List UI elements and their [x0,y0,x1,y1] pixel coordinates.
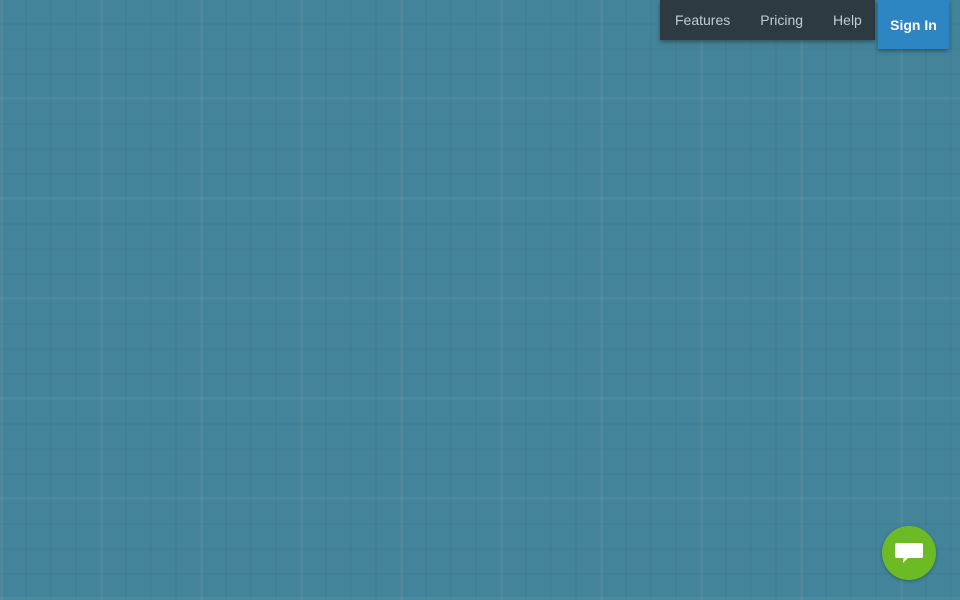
top-navigation: Features Pricing Help [660,0,875,40]
chat-widget-button[interactable] [882,526,936,580]
nav-link-help[interactable]: Help [803,0,862,40]
nav-link-pricing[interactable]: Pricing [730,0,803,40]
sign-in-button[interactable]: Sign In [878,0,949,49]
nav-link-features[interactable]: Features [660,0,730,40]
chat-bubble-icon [895,543,923,563]
page-background [0,0,960,600]
